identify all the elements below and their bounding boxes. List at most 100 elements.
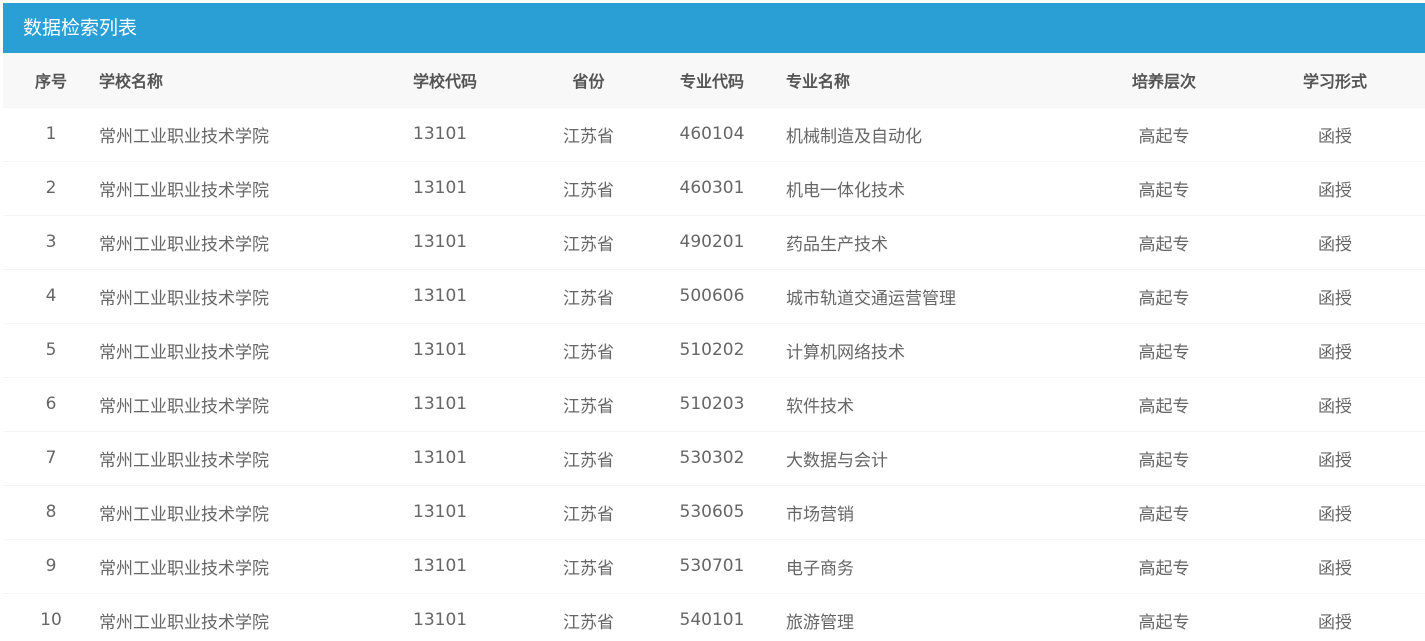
cell-province: 江苏省 xyxy=(531,592,646,641)
cell-major-code: 510202 xyxy=(646,322,778,377)
cell-province: 江苏省 xyxy=(531,106,646,161)
cell-level: 高起专 xyxy=(1083,214,1245,269)
cell-major-code: 530605 xyxy=(646,484,778,539)
cell-level: 高起专 xyxy=(1083,268,1245,323)
cell-school-code: 13101 xyxy=(413,430,531,485)
cell-study-form: 函授 xyxy=(1245,214,1425,269)
column-header-level: 培养层次 xyxy=(1131,71,1196,91)
cell-province: 江苏省 xyxy=(531,160,646,215)
cell-major-name: 电子商务 xyxy=(778,538,1083,593)
cell-major-name: 药品生产技术 xyxy=(778,214,1083,269)
cell-school-code: 13101 xyxy=(413,484,531,539)
cell-major-name: 计算机网络技术 xyxy=(778,322,1083,377)
cell-major-code: 530701 xyxy=(646,538,778,593)
cell-study-form: 函授 xyxy=(1245,538,1425,593)
cell-level: 高起专 xyxy=(1083,592,1245,641)
table-row: 4 常州工业职业技术学院 13101 江苏省 500606 城市轨道交通运营管理… xyxy=(3,268,1425,323)
cell-major-code: 460301 xyxy=(646,160,778,215)
cell-school-name: 常州工业职业技术学院 xyxy=(99,430,413,485)
cell-major-name: 旅游管理 xyxy=(778,592,1083,641)
cell-major-name: 大数据与会计 xyxy=(778,430,1083,485)
cell-province: 江苏省 xyxy=(531,430,646,485)
column-header-major-name: 专业名称 xyxy=(786,71,851,91)
cell-index: 4 xyxy=(3,268,99,323)
cell-major-code: 530302 xyxy=(646,430,778,485)
cell-school-code: 13101 xyxy=(413,322,531,377)
cell-school-name: 常州工业职业技术学院 xyxy=(99,538,413,593)
cell-province: 江苏省 xyxy=(531,322,646,377)
cell-index: 3 xyxy=(3,214,99,269)
cell-school-name: 常州工业职业技术学院 xyxy=(99,376,413,431)
table-row: 10 常州工业职业技术学院 13101 江苏省 540101 旅游管理 高起专 … xyxy=(3,592,1425,641)
cell-major-name: 市场营销 xyxy=(778,484,1083,539)
cell-study-form: 函授 xyxy=(1245,592,1425,641)
cell-province: 江苏省 xyxy=(531,214,646,269)
cell-major-code: 510203 xyxy=(646,376,778,431)
cell-major-name: 机电一体化技术 xyxy=(778,160,1083,215)
cell-level: 高起专 xyxy=(1083,160,1245,215)
cell-school-name: 常州工业职业技术学院 xyxy=(99,214,413,269)
cell-level: 高起专 xyxy=(1083,106,1245,161)
cell-level: 高起专 xyxy=(1083,376,1245,431)
cell-school-code: 13101 xyxy=(413,160,531,215)
cell-study-form: 函授 xyxy=(1245,268,1425,323)
cell-major-code: 490201 xyxy=(646,214,778,269)
table-row: 8 常州工业职业技术学院 13101 江苏省 530605 市场营销 高起专 函… xyxy=(3,484,1425,539)
cell-index: 10 xyxy=(3,592,99,641)
cell-school-name: 常州工业职业技术学院 xyxy=(99,268,413,323)
cell-index: 5 xyxy=(3,322,99,377)
panel-title: 数据检索列表 xyxy=(3,3,1425,53)
cell-study-form: 函授 xyxy=(1245,376,1425,431)
cell-index: 8 xyxy=(3,484,99,539)
cell-province: 江苏省 xyxy=(531,484,646,539)
results-table: 序号 学校名称 学校代码 省份 专业代码 专业名称 培养层次 学习形式 1 常州… xyxy=(3,53,1425,641)
cell-school-name: 常州工业职业技术学院 xyxy=(99,106,413,161)
cell-school-code: 13101 xyxy=(413,214,531,269)
column-header-study-form: 学习形式 xyxy=(1302,71,1367,91)
table-header-row: 序号 学校名称 学校代码 省份 专业代码 专业名称 培养层次 学习形式 xyxy=(3,53,1425,107)
data-list-panel: 数据检索列表 序号 学校名称 学校代码 省份 专业代码 专业名称 培养层次 学习… xyxy=(3,3,1425,641)
cell-study-form: 函授 xyxy=(1245,430,1425,485)
cell-level: 高起专 xyxy=(1083,322,1245,377)
cell-index: 2 xyxy=(3,160,99,215)
column-header-school-name: 学校名称 xyxy=(99,71,164,91)
cell-index: 9 xyxy=(3,538,99,593)
cell-school-code: 13101 xyxy=(413,538,531,593)
cell-major-code: 500606 xyxy=(646,268,778,323)
column-header-index: 序号 xyxy=(34,71,67,91)
cell-major-name: 城市轨道交通运营管理 xyxy=(778,268,1083,323)
cell-major-code: 540101 xyxy=(646,592,778,641)
cell-school-name: 常州工业职业技术学院 xyxy=(99,322,413,377)
cell-study-form: 函授 xyxy=(1245,484,1425,539)
cell-province: 江苏省 xyxy=(531,268,646,323)
column-header-school-code: 学校代码 xyxy=(413,71,478,91)
cell-school-code: 13101 xyxy=(413,376,531,431)
cell-school-name: 常州工业职业技术学院 xyxy=(99,160,413,215)
cell-major-name: 软件技术 xyxy=(778,376,1083,431)
cell-study-form: 函授 xyxy=(1245,322,1425,377)
table-row: 6 常州工业职业技术学院 13101 江苏省 510203 软件技术 高起专 函… xyxy=(3,376,1425,431)
cell-school-code: 13101 xyxy=(413,106,531,161)
cell-level: 高起专 xyxy=(1083,538,1245,593)
cell-province: 江苏省 xyxy=(531,538,646,593)
cell-school-name: 常州工业职业技术学院 xyxy=(99,484,413,539)
cell-index: 7 xyxy=(3,430,99,485)
cell-major-name: 机械制造及自动化 xyxy=(778,106,1083,161)
cell-index: 6 xyxy=(3,376,99,431)
cell-school-name: 常州工业职业技术学院 xyxy=(99,592,413,641)
table-row: 5 常州工业职业技术学院 13101 江苏省 510202 计算机网络技术 高起… xyxy=(3,322,1425,377)
column-header-province: 省份 xyxy=(572,71,605,91)
column-header-major-code: 专业代码 xyxy=(679,71,744,91)
table-row: 2 常州工业职业技术学院 13101 江苏省 460301 机电一体化技术 高起… xyxy=(3,160,1425,215)
cell-province: 江苏省 xyxy=(531,376,646,431)
cell-study-form: 函授 xyxy=(1245,106,1425,161)
cell-school-code: 13101 xyxy=(413,592,531,641)
table-row: 9 常州工业职业技术学院 13101 江苏省 530701 电子商务 高起专 函… xyxy=(3,538,1425,593)
cell-study-form: 函授 xyxy=(1245,160,1425,215)
table-row: 3 常州工业职业技术学院 13101 江苏省 490201 药品生产技术 高起专… xyxy=(3,214,1425,269)
cell-level: 高起专 xyxy=(1083,430,1245,485)
table-row: 1 常州工业职业技术学院 13101 江苏省 460104 机械制造及自动化 高… xyxy=(3,106,1425,161)
cell-school-code: 13101 xyxy=(413,268,531,323)
cell-index: 1 xyxy=(3,106,99,161)
table-row: 7 常州工业职业技术学院 13101 江苏省 530302 大数据与会计 高起专… xyxy=(3,430,1425,485)
